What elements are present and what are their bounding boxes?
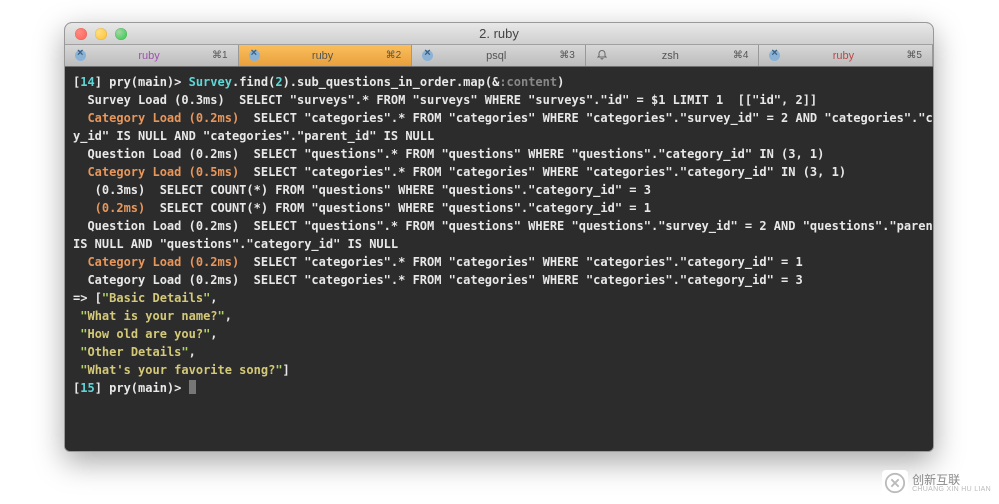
terminal-line: y_id" IS NULL AND "categories"."parent_i…	[73, 127, 925, 145]
close-tab-icon[interactable]	[249, 50, 260, 61]
watermark-logo-icon	[882, 470, 908, 496]
watermark: 创新互联 CHUANG XIN HU LIAN	[882, 470, 991, 496]
tab-label: psql	[433, 50, 559, 62]
tab-label: ruby	[780, 50, 906, 62]
tab-3[interactable]: zsh⌘4	[586, 45, 760, 66]
terminal-line: Category Load (0.2ms) SELECT "categories…	[73, 109, 925, 127]
terminal-window: 2. ruby ruby⌘1ruby⌘2psql⌘3zsh⌘4ruby⌘5 [1…	[64, 22, 934, 452]
cursor	[189, 380, 196, 394]
tab-label: ruby	[86, 50, 212, 62]
terminal-line: Survey Load (0.3ms) SELECT "surveys".* F…	[73, 91, 925, 109]
terminal-line: IS NULL AND "questions"."category_id" IS…	[73, 235, 925, 253]
tab-shortcut: ⌘4	[733, 50, 749, 61]
tab-0[interactable]: ruby⌘1	[65, 45, 239, 66]
titlebar[interactable]: 2. ruby	[65, 23, 933, 45]
terminal-line: (0.3ms) SELECT COUNT(*) FROM "questions"…	[73, 181, 925, 199]
tab-1[interactable]: ruby⌘2	[239, 45, 413, 66]
close-tab-icon[interactable]	[769, 50, 780, 61]
terminal-line: (0.2ms) SELECT COUNT(*) FROM "questions"…	[73, 199, 925, 217]
close-tab-icon[interactable]	[75, 50, 86, 61]
tab-shortcut: ⌘2	[386, 50, 402, 61]
terminal-line: Question Load (0.2ms) SELECT "questions"…	[73, 145, 925, 163]
terminal-content[interactable]: [14] pry(main)> Survey.find(2).sub_quest…	[65, 67, 933, 451]
tab-shortcut: ⌘3	[559, 50, 575, 61]
terminal-line: "What's your favorite song?"]	[73, 361, 925, 379]
tab-label: ruby	[260, 50, 386, 62]
tab-shortcut: ⌘5	[906, 50, 922, 61]
window-title: 2. ruby	[65, 26, 933, 41]
terminal-line: Category Load (0.5ms) SELECT "categories…	[73, 163, 925, 181]
terminal-line: Category Load (0.2ms) SELECT "categories…	[73, 271, 925, 289]
tab-2[interactable]: psql⌘3	[412, 45, 586, 66]
terminal-line: [14] pry(main)> Survey.find(2).sub_quest…	[73, 73, 925, 91]
terminal-line: "How old are you?",	[73, 325, 925, 343]
tab-4[interactable]: ruby⌘5	[759, 45, 933, 66]
terminal-line: => ["Basic Details",	[73, 289, 925, 307]
close-tab-icon[interactable]	[422, 50, 433, 61]
terminal-line: [15] pry(main)>	[73, 379, 925, 397]
tab-bar: ruby⌘1ruby⌘2psql⌘3zsh⌘4ruby⌘5	[65, 45, 933, 67]
tab-label: zsh	[608, 50, 733, 62]
terminal-line: Question Load (0.2ms) SELECT "questions"…	[73, 217, 925, 235]
terminal-line: "Other Details",	[73, 343, 925, 361]
terminal-line: "What is your name?",	[73, 307, 925, 325]
terminal-line: Category Load (0.2ms) SELECT "categories…	[73, 253, 925, 271]
watermark-text: 创新互联 CHUANG XIN HU LIAN	[912, 474, 991, 493]
tab-shortcut: ⌘1	[212, 50, 228, 61]
bell-icon	[596, 48, 608, 63]
